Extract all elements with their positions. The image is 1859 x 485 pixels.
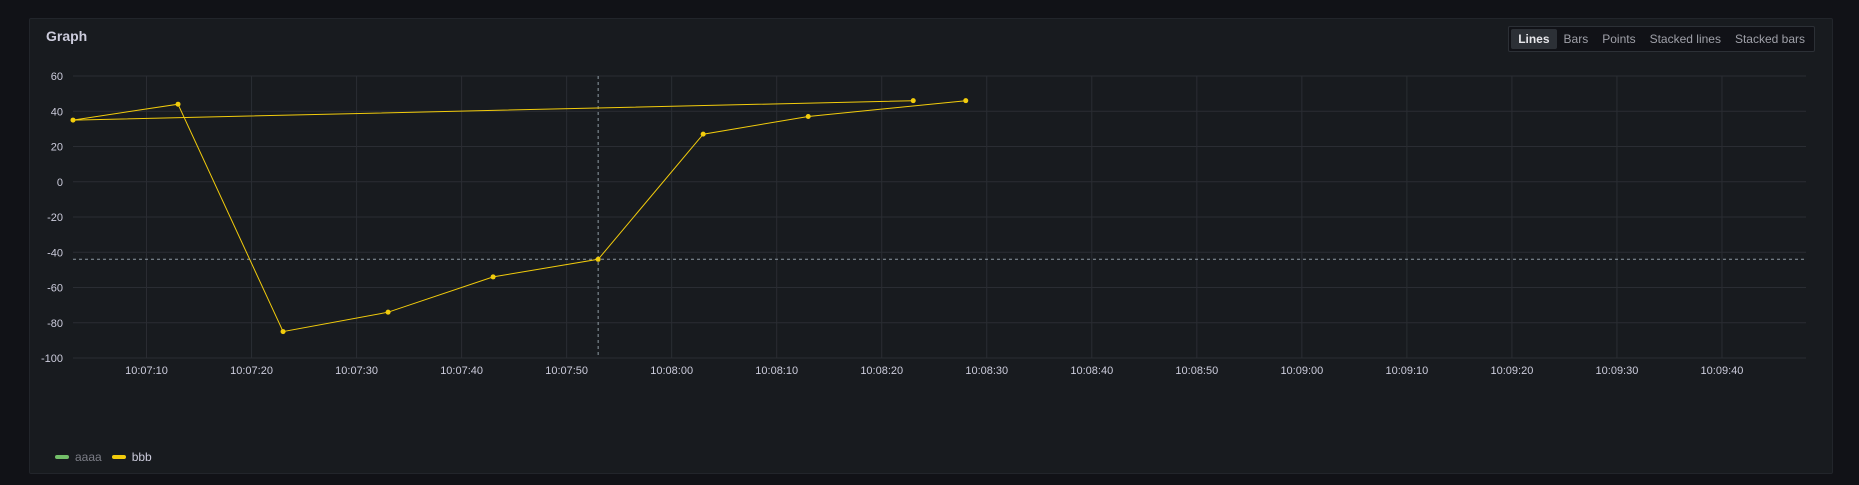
x-tick-label: 10:07:20 xyxy=(230,365,273,377)
x-tick-label: 10:08:10 xyxy=(755,365,798,377)
x-tick-label: 10:07:10 xyxy=(125,365,168,377)
data-point-bbb xyxy=(490,274,496,280)
y-tick-label: 60 xyxy=(51,71,63,83)
x-tick-label: 10:09:40 xyxy=(1701,365,1744,377)
x-tick-label: 10:09:30 xyxy=(1596,365,1639,377)
x-tick-label: 10:09:20 xyxy=(1491,365,1534,377)
data-point-bbb xyxy=(70,117,76,123)
y-tick-label: 20 xyxy=(51,142,63,154)
x-tick-label: 10:08:50 xyxy=(1175,365,1218,377)
data-point-bbb xyxy=(385,309,391,315)
data-point-bbb xyxy=(700,131,706,137)
y-tick-label: -100 xyxy=(41,353,63,365)
series-line-bbb xyxy=(72,100,966,333)
legend-item-bbb[interactable]: bbb xyxy=(111,450,152,464)
x-tick-label: 10:08:00 xyxy=(650,365,693,377)
x-tick-label: 10:08:20 xyxy=(860,365,903,377)
x-tick-label: 10:09:10 xyxy=(1385,365,1428,377)
data-point-bbb xyxy=(175,101,181,107)
y-tick-label: 0 xyxy=(57,177,63,189)
legend: aaaa bbb xyxy=(55,450,152,464)
x-tick-label: 10:08:40 xyxy=(1070,365,1113,377)
data-point-bbb xyxy=(910,98,916,104)
data-point-bbb xyxy=(280,329,286,335)
line-chart[interactable]: 60 40 20 0 -20 -40 -60 -80 -100 10:07:10 10:07:20 1… xyxy=(30,19,1834,475)
legend-item-aaaa[interactable]: aaaa xyxy=(55,450,102,464)
x-tick-label: 10:07:40 xyxy=(440,365,483,377)
data-point-bbb xyxy=(963,98,969,104)
legend-label-bbb: bbb xyxy=(131,450,152,464)
x-tick-label: 10:09:00 xyxy=(1280,365,1323,377)
x-tick-label: 10:07:30 xyxy=(335,365,378,377)
y-tick-label: -80 xyxy=(47,318,63,330)
graph-panel: Graph Lines Bars Points Stacked lines St… xyxy=(29,18,1833,474)
x-tick-label: 10:08:30 xyxy=(965,365,1008,377)
y-tick-label: -40 xyxy=(47,247,63,259)
y-tick-label: -20 xyxy=(47,212,63,224)
y-tick-label: 40 xyxy=(51,106,63,118)
x-tick-label: 10:07:50 xyxy=(545,365,588,377)
data-point-bbb xyxy=(595,256,601,262)
legend-label-aaaa: aaaa xyxy=(75,450,102,464)
data-point-bbb xyxy=(805,114,811,120)
y-tick-label: -60 xyxy=(47,283,63,295)
legend-swatch-aaaa xyxy=(55,455,69,459)
legend-swatch-bbb xyxy=(111,455,126,459)
